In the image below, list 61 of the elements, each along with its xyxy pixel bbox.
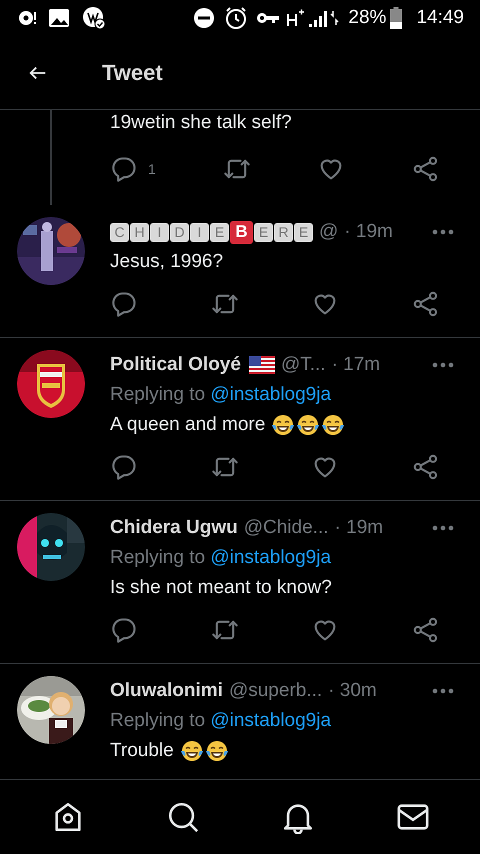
app-badge-icon	[82, 6, 106, 30]
name-letter: I	[150, 222, 169, 242]
mention-link[interactable]: @instablog9ja	[210, 710, 332, 731]
name-letter: H	[130, 222, 149, 242]
name-letter: E	[294, 222, 313, 242]
tweet-text: Trouble	[110, 738, 174, 763]
mobile-data-icon	[286, 8, 306, 28]
key-icon	[256, 10, 280, 26]
user-handle: @T...	[280, 352, 326, 377]
battery-icon	[390, 7, 402, 29]
tweet-time: · 30m	[328, 678, 377, 703]
display-name: Political Oloyé	[110, 352, 241, 377]
laughing-emoji-icon	[180, 739, 204, 763]
mention-link[interactable]: @instablog9ja	[210, 547, 332, 568]
name-letter: B	[230, 220, 253, 244]
more-icon[interactable]	[432, 362, 454, 368]
name-letter: I	[190, 222, 209, 242]
name-letter: E	[210, 222, 229, 242]
share-button[interactable]	[412, 155, 440, 183]
reply-button[interactable]: 1	[110, 155, 156, 183]
reply-button[interactable]	[110, 453, 138, 481]
display-name: Oluwalonimi	[110, 678, 223, 703]
more-icon[interactable]	[432, 229, 454, 235]
do-not-disturb-icon	[193, 7, 216, 29]
display-name: Chidera Ugwu	[110, 516, 238, 540]
more-icon[interactable]	[432, 688, 454, 694]
user-handle: @superb...	[228, 678, 322, 703]
more-icon[interactable]	[432, 525, 454, 531]
flag-icon	[248, 356, 275, 374]
share-button[interactable]	[412, 290, 440, 318]
tweet-text: 19wetin she talk self?	[110, 111, 293, 135]
tweet-text: Jesus, 1996?	[110, 250, 224, 274]
tweet-text: A queen and more	[110, 412, 266, 437]
tweet-time: · 17m	[332, 352, 380, 377]
replying-label: Replying to	[110, 710, 206, 731]
mention-link[interactable]: @instablog9ja	[210, 384, 332, 405]
reply-button[interactable]	[110, 616, 138, 644]
image-icon	[48, 7, 70, 29]
share-button[interactable]	[412, 616, 440, 644]
replying-label: Replying to	[110, 547, 206, 568]
share-button[interactable]	[412, 453, 440, 481]
laughing-emoji-icon	[204, 739, 229, 763]
name-letter: R	[274, 222, 293, 242]
replying-label: Replying to	[110, 384, 206, 405]
tweet-time: · 19m	[344, 220, 393, 244]
user-handle: @	[319, 220, 338, 244]
tweet-time: · 19m	[334, 516, 384, 540]
clock-time: 14:49	[416, 6, 464, 30]
user-handle: @Chide...	[244, 516, 329, 540]
laughing-emoji-icon	[271, 413, 296, 437]
name-letter: C	[110, 222, 129, 242]
tweet-text: Is she not meant to know?	[110, 576, 332, 600]
page-title: Tweet	[102, 59, 163, 87]
laughing-emoji-icon	[296, 413, 320, 437]
alarm-icon	[224, 6, 248, 30]
name-letter: D	[170, 222, 189, 242]
signal-icon	[308, 8, 340, 28]
battery-percentage: 28%	[348, 6, 386, 30]
reply-button[interactable]	[110, 290, 138, 318]
name-letter: E	[254, 222, 273, 242]
laughing-emoji-icon	[321, 413, 346, 437]
